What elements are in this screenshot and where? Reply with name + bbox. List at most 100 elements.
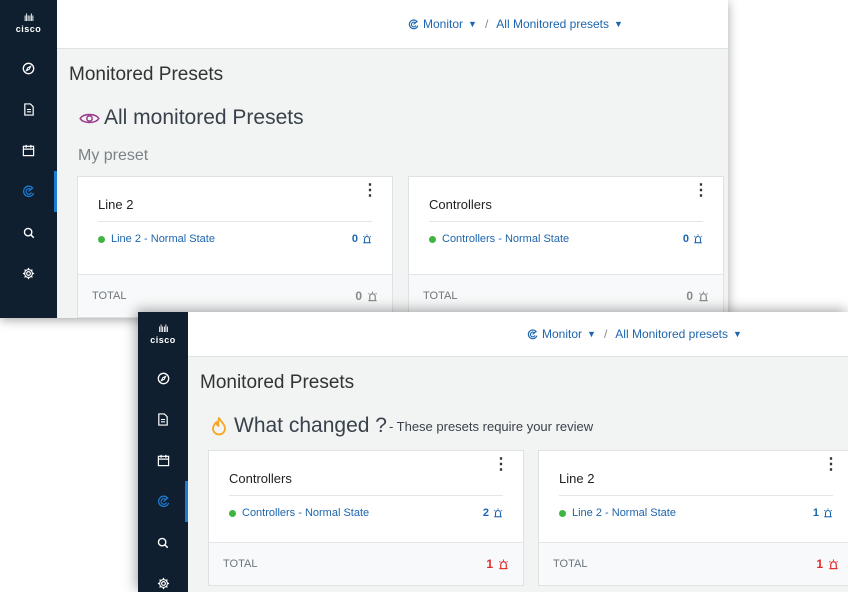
status-dot (559, 509, 566, 517)
breadcrumb: Monitor ▼ / All Monitored presets ▼ (408, 17, 623, 31)
cisco-logo-bars: ılıılı (23, 13, 35, 24)
alarm-icon (363, 234, 371, 244)
nav-item-explore[interactable] (0, 48, 57, 89)
group-title: My preset (78, 147, 149, 164)
total-count: 0 (355, 289, 378, 303)
caret-down-icon: ▼ (587, 329, 596, 339)
monitor-icon (527, 328, 538, 339)
status-link[interactable]: Line 2 - Normal State (572, 507, 813, 519)
monitor-dropdown[interactable]: Monitor ▼ (408, 17, 477, 31)
cisco-logo[interactable]: ılıılı cisco (0, 0, 57, 48)
card-footer: TOTAL 0 (409, 274, 723, 317)
nav-item-settings[interactable] (0, 253, 57, 294)
presets-dropdown[interactable]: All Monitored presets ▼ (615, 327, 742, 341)
alarm-icon (699, 290, 708, 301)
breadcrumb-separator: / (484, 17, 489, 31)
status-count: 1 (813, 507, 833, 519)
presets-dropdown[interactable]: All Monitored presets ▼ (496, 17, 623, 31)
section-title: All monitored Presets (104, 106, 304, 129)
monitor-label: Monitor (542, 327, 583, 341)
card-divider (229, 495, 503, 496)
calendar-icon (22, 144, 35, 157)
screenshot-all-monitored-presets: ılıılı cisco Monitor ▼ / All Monitored p… (0, 0, 728, 318)
compass-icon (157, 372, 169, 385)
nav-item-reports[interactable] (0, 89, 57, 130)
search-icon (23, 227, 34, 238)
presets-label: All Monitored presets (615, 327, 728, 341)
preset-name: Line 2 (559, 471, 595, 486)
card-footer: TOTAL 0 (78, 274, 392, 317)
page-title: Monitored Presets (200, 372, 355, 393)
total-count-value: 1 (486, 557, 493, 571)
status-link[interactable]: Controllers - Normal State (242, 507, 483, 519)
alarm-icon (494, 508, 502, 518)
nav-item-calendar[interactable] (138, 440, 188, 481)
nav-item-reports[interactable] (138, 399, 188, 440)
preset-card[interactable]: Controllers ⋮ Controllers - Normal State… (408, 176, 724, 318)
status-row[interactable]: Controllers - Normal State 2 (229, 507, 503, 519)
alarm-icon (368, 290, 377, 301)
status-count-value: 0 (351, 233, 358, 245)
status-count-value: 1 (812, 507, 819, 519)
total-label: TOTAL (553, 558, 588, 570)
status-link[interactable]: Line 2 - Normal State (111, 233, 352, 245)
preset-card[interactable]: Controllers ⋮ Controllers - Normal State… (208, 450, 524, 586)
status-count: 2 (483, 507, 503, 519)
status-dot (229, 509, 236, 517)
nav-item-explore[interactable] (138, 358, 188, 399)
gear-icon (22, 267, 35, 280)
section-header: What changed ? - These presets require y… (210, 414, 593, 438)
total-count: 1 (486, 557, 509, 571)
alarm-icon (694, 234, 702, 244)
total-count: 0 (686, 289, 709, 303)
search-icon (157, 537, 169, 548)
card-footer: TOTAL 1 (539, 542, 848, 585)
preset-card[interactable]: Line 2 ⋮ Line 2 - Normal State 0 TOTAL 0 (77, 176, 393, 318)
nav-item-settings[interactable] (138, 563, 188, 592)
kebab-menu-icon[interactable]: ⋮ (493, 457, 509, 473)
section-header: All monitored Presets (79, 106, 304, 130)
cisco-logo[interactable]: ılıılı cisco (138, 312, 188, 358)
status-count-value: 2 (482, 507, 489, 519)
topbar: Monitor ▼ / All Monitored presets ▼ (57, 0, 728, 49)
main-content: Monitor ▼ / All Monitored presets ▼ Moni… (57, 0, 728, 318)
monitor-icon (157, 495, 169, 508)
status-dot (98, 235, 105, 243)
monitor-dropdown[interactable]: Monitor ▼ (527, 327, 596, 341)
total-count-value: 0 (355, 289, 362, 303)
preset-name: Controllers (429, 197, 492, 212)
section-title: What changed ? (234, 414, 387, 437)
report-icon (23, 103, 34, 116)
preset-card[interactable]: Line 2 ⋮ Line 2 - Normal State 1 TOTAL 1 (538, 450, 848, 586)
calendar-icon (157, 454, 169, 467)
status-row[interactable]: Line 2 - Normal State 0 (98, 233, 372, 245)
nav-item-search[interactable] (138, 522, 188, 563)
gear-icon (157, 577, 169, 590)
card-divider (98, 221, 372, 222)
card-divider (429, 221, 703, 222)
nav-item-monitor[interactable] (0, 171, 57, 212)
kebab-menu-icon[interactable]: ⋮ (693, 183, 709, 199)
card-footer: TOTAL 1 (209, 542, 523, 585)
main-content: Monitor ▼ / All Monitored presets ▼ Moni… (188, 312, 848, 592)
total-count-value: 0 (686, 289, 693, 303)
page-title: Monitored Presets (69, 64, 224, 85)
status-link[interactable]: Controllers - Normal State (442, 233, 683, 245)
status-row[interactable]: Line 2 - Normal State 1 (559, 507, 833, 519)
status-count-value: 0 (682, 233, 689, 245)
breadcrumb: Monitor ▼ / All Monitored presets ▼ (527, 327, 742, 341)
caret-down-icon: ▼ (733, 329, 742, 339)
nav-item-search[interactable] (0, 212, 57, 253)
nav-item-monitor[interactable] (138, 481, 188, 522)
preset-name: Line 2 (98, 197, 134, 212)
card-divider (559, 495, 833, 496)
breadcrumb-separator: / (603, 327, 608, 341)
nav-item-calendar[interactable] (0, 130, 57, 171)
flame-icon (212, 417, 226, 436)
kebab-menu-icon[interactable]: ⋮ (362, 183, 378, 199)
status-row[interactable]: Controllers - Normal State 0 (429, 233, 703, 245)
monitor-icon (23, 185, 35, 198)
kebab-menu-icon[interactable]: ⋮ (823, 457, 839, 473)
compass-icon (22, 62, 35, 75)
presets-label: All Monitored presets (496, 17, 609, 31)
